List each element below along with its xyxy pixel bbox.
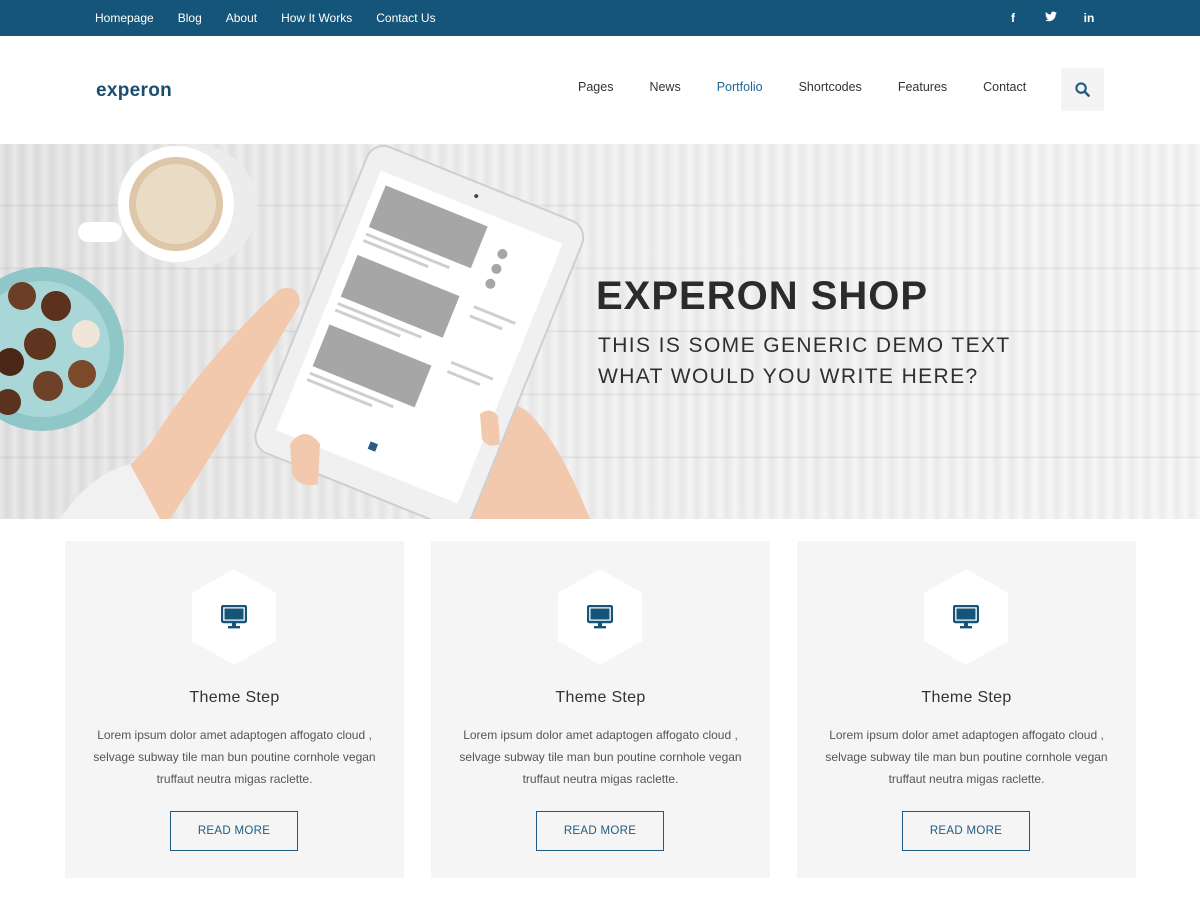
nav-pages[interactable]: Pages (578, 80, 613, 94)
nav-shortcodes[interactable]: Shortcodes (799, 80, 862, 94)
feature-card: Theme Step Lorem ipsum dolor amet adapto… (431, 541, 770, 878)
monitor-icon (953, 605, 979, 629)
card-title: Theme Step (921, 689, 1012, 706)
monitor-icon (587, 605, 613, 629)
read-more-button[interactable]: READ MORE (536, 811, 664, 851)
top-links: Homepage Blog About How It Works Contact… (95, 0, 460, 36)
site-logo[interactable]: experon (96, 80, 172, 102)
hero-banner: EXPERON SHOP THIS IS SOME GENERIC DEMO T… (0, 144, 1200, 519)
read-more-button[interactable]: READ MORE (902, 811, 1030, 851)
top-bar: Homepage Blog About How It Works Contact… (0, 0, 1200, 36)
top-link-homepage[interactable]: Homepage (95, 11, 154, 25)
card-title: Theme Step (555, 689, 646, 706)
site-header: experon Pages News Portfolio Shortcodes … (0, 36, 1200, 144)
hero-subtitle-line-1: THIS IS SOME GENERIC DEMO TEXT (598, 334, 1011, 357)
search-button[interactable] (1061, 68, 1104, 111)
hero-subtitle: THIS IS SOME GENERIC DEMO TEXT WHAT WOUL… (598, 330, 1011, 392)
hexagon-badge (558, 569, 642, 665)
top-link-contact-us[interactable]: Contact Us (376, 11, 435, 25)
card-title: Theme Step (189, 689, 280, 706)
read-more-button[interactable]: READ MORE (170, 811, 298, 851)
search-icon (1075, 82, 1090, 97)
facebook-icon[interactable]: f (1006, 11, 1020, 25)
hexagon-badge (924, 569, 1008, 665)
nav-features[interactable]: Features (898, 80, 947, 94)
top-link-about[interactable]: About (226, 11, 257, 25)
hexagon-badge (192, 569, 276, 665)
top-link-how-it-works[interactable]: How It Works (281, 11, 352, 25)
card-text: Lorem ipsum dolor amet adaptogen affogat… (459, 728, 742, 786)
nav-news[interactable]: News (649, 80, 680, 94)
social-links: f in (982, 0, 1096, 36)
nav-portfolio[interactable]: Portfolio (717, 80, 763, 94)
hero-image (0, 144, 590, 519)
hero-title: EXPERON SHOP (596, 274, 929, 318)
feature-card: Theme Step Lorem ipsum dolor amet adapto… (797, 541, 1136, 878)
feature-card: Theme Step Lorem ipsum dolor amet adapto… (65, 541, 404, 878)
main-nav: Pages News Portfolio Shortcodes Features… (560, 80, 1044, 94)
twitter-icon[interactable] (1044, 11, 1058, 25)
nav-contact[interactable]: Contact (983, 80, 1026, 94)
top-link-blog[interactable]: Blog (178, 11, 202, 25)
card-text: Lorem ipsum dolor amet adaptogen affogat… (93, 728, 376, 786)
hero-subtitle-line-2: WHAT WOULD YOU WRITE HERE? (598, 365, 979, 388)
linkedin-icon[interactable]: in (1082, 11, 1096, 25)
card-text: Lorem ipsum dolor amet adaptogen affogat… (825, 728, 1108, 786)
monitor-icon (221, 605, 247, 629)
